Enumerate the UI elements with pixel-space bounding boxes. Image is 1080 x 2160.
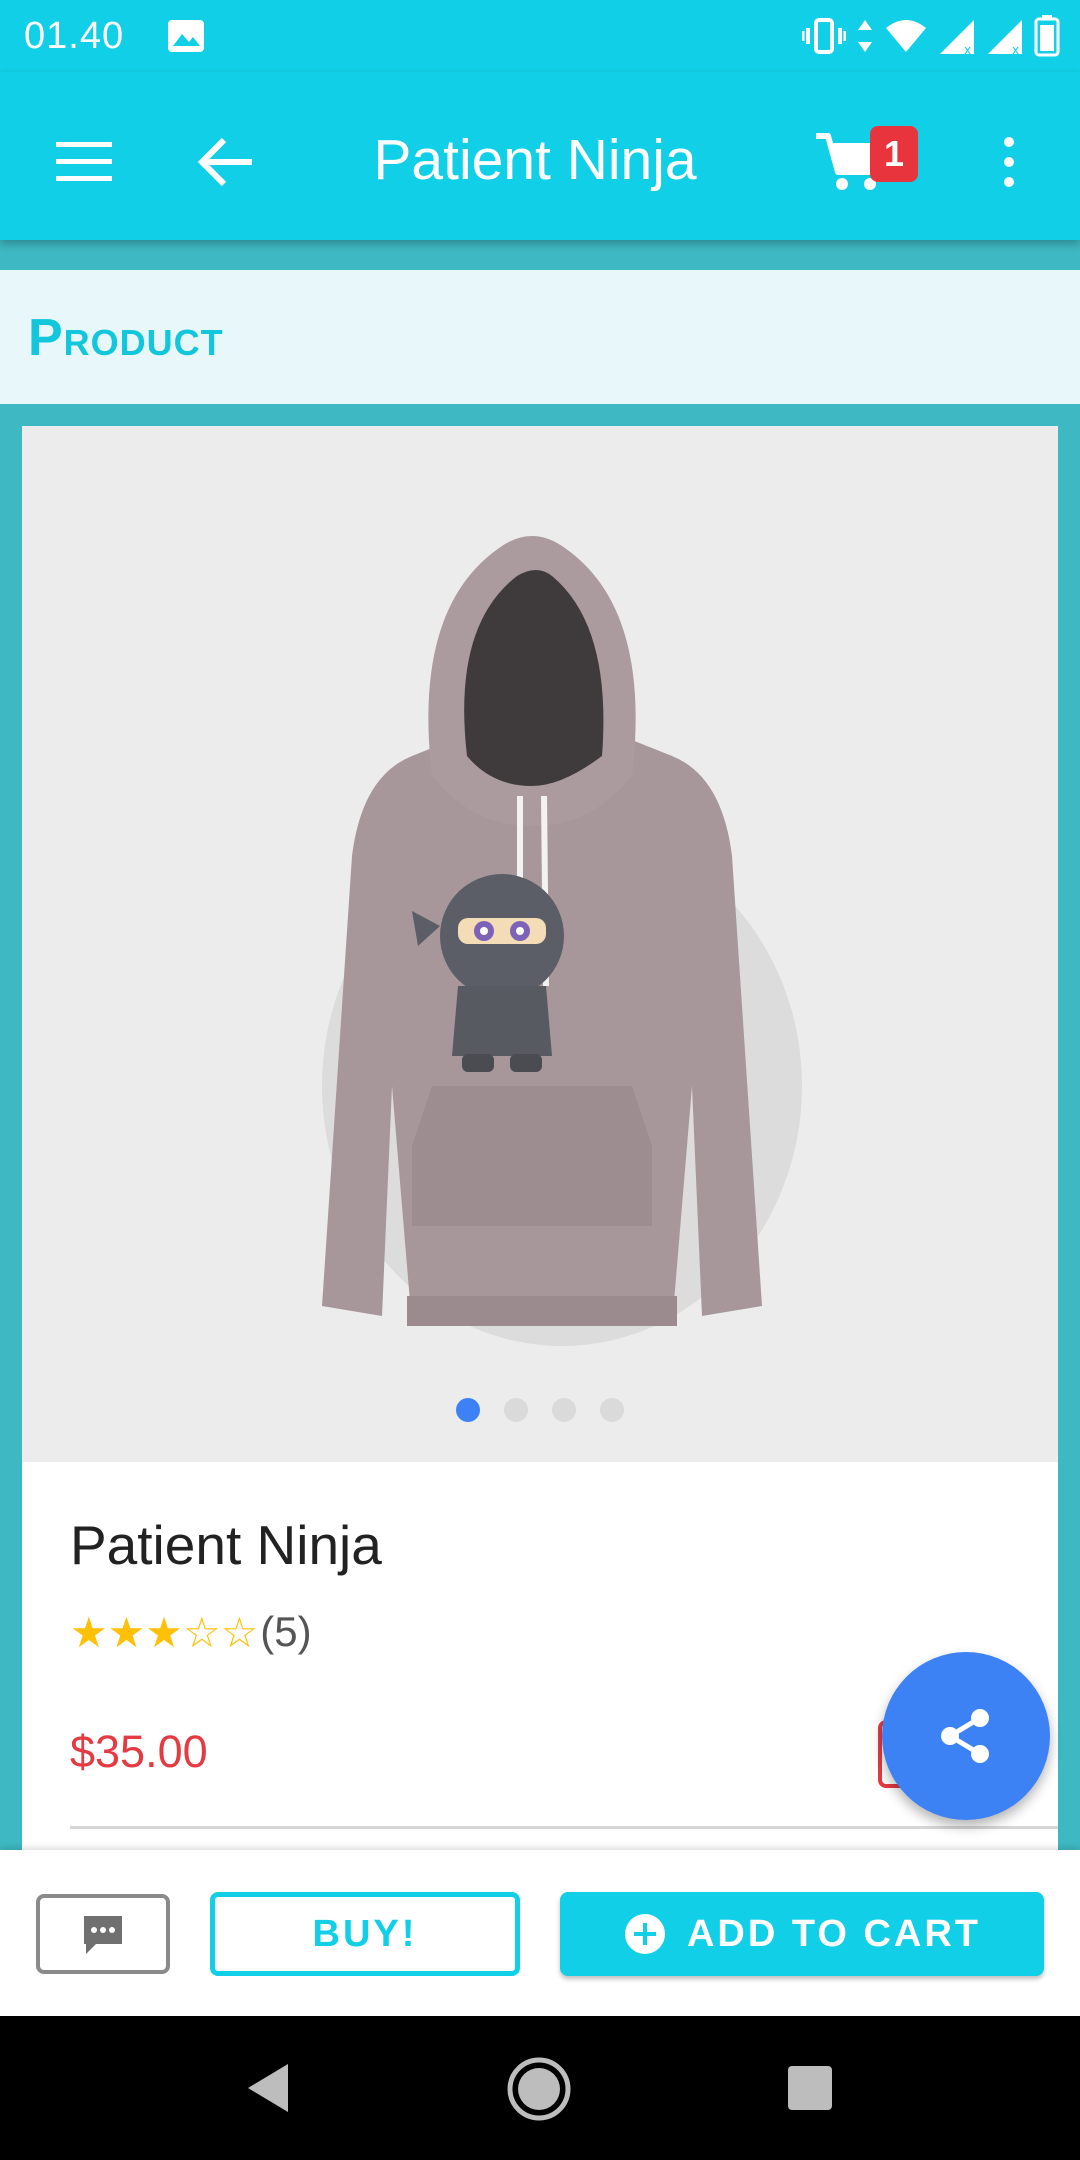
chat-icon: [84, 1916, 122, 1954]
status-bar: 01.40 x x: [0, 0, 1080, 72]
product-image: [322, 536, 802, 1346]
stars-filled: ★★★: [70, 1608, 183, 1656]
svg-text:x: x: [964, 43, 971, 56]
status-time: 01.40: [24, 15, 125, 57]
product-image-carousel[interactable]: [22, 426, 1058, 1462]
page-dot[interactable]: [504, 1398, 528, 1422]
page-dot[interactable]: [552, 1398, 576, 1422]
page-dot[interactable]: [600, 1398, 624, 1422]
share-button[interactable]: [882, 1652, 1050, 1820]
vibrate-icon: [802, 18, 846, 54]
menu-icon[interactable]: [46, 124, 122, 200]
wifi-icon: [886, 20, 926, 52]
svg-text:x: x: [1012, 43, 1019, 56]
product-price: $35.00: [70, 1726, 208, 1777]
signal-icon: x: [940, 20, 974, 56]
buy-button[interactable]: BUY!: [210, 1892, 520, 1976]
arrow-left-icon[interactable]: [188, 124, 264, 200]
plus-circle-icon: [624, 1914, 665, 1954]
share-icon: [941, 1709, 989, 1763]
section-title: Product: [28, 309, 224, 367]
page-dot-active[interactable]: [456, 1398, 480, 1422]
product-name: Patient Ninja: [70, 1514, 382, 1576]
image-pagination[interactable]: [22, 1398, 1058, 1422]
battery-icon: [1034, 15, 1060, 57]
product-rating[interactable]: ★★★☆☆ (5): [70, 1604, 312, 1660]
add-to-cart-label: ADD TO CART: [686, 1912, 982, 1955]
product-card: Patient Ninja ★★★☆☆ (5) $35.00: [22, 426, 1058, 1856]
data-arrows-icon: [858, 20, 872, 52]
app-bar: Patient Ninja 1: [0, 72, 1080, 240]
review-count: (5): [260, 1608, 312, 1655]
action-bar: BUY! ADD TO CART: [0, 1850, 1080, 2016]
nav-recents-icon[interactable]: [786, 2064, 834, 2112]
system-nav-bar: [0, 2016, 1080, 2160]
nav-home-icon[interactable]: [506, 2056, 572, 2122]
more-vert-icon[interactable]: [992, 124, 1026, 200]
section-header: Product: [0, 270, 1080, 404]
page-title: Patient Ninja: [373, 128, 697, 192]
stars-empty: ☆☆: [182, 1608, 259, 1656]
status-icons: x x: [802, 14, 1060, 58]
cart-count-badge[interactable]: 1: [870, 126, 918, 182]
nav-back-icon[interactable]: [244, 2060, 292, 2116]
signal-icon-2: x: [988, 20, 1022, 56]
rating-stars: ★★★☆☆: [70, 1608, 258, 1657]
divider: [70, 1826, 1058, 1829]
image-notification-icon: [168, 20, 204, 52]
add-to-cart-button[interactable]: ADD TO CART: [560, 1892, 1044, 1976]
chat-button[interactable]: [36, 1894, 170, 1974]
